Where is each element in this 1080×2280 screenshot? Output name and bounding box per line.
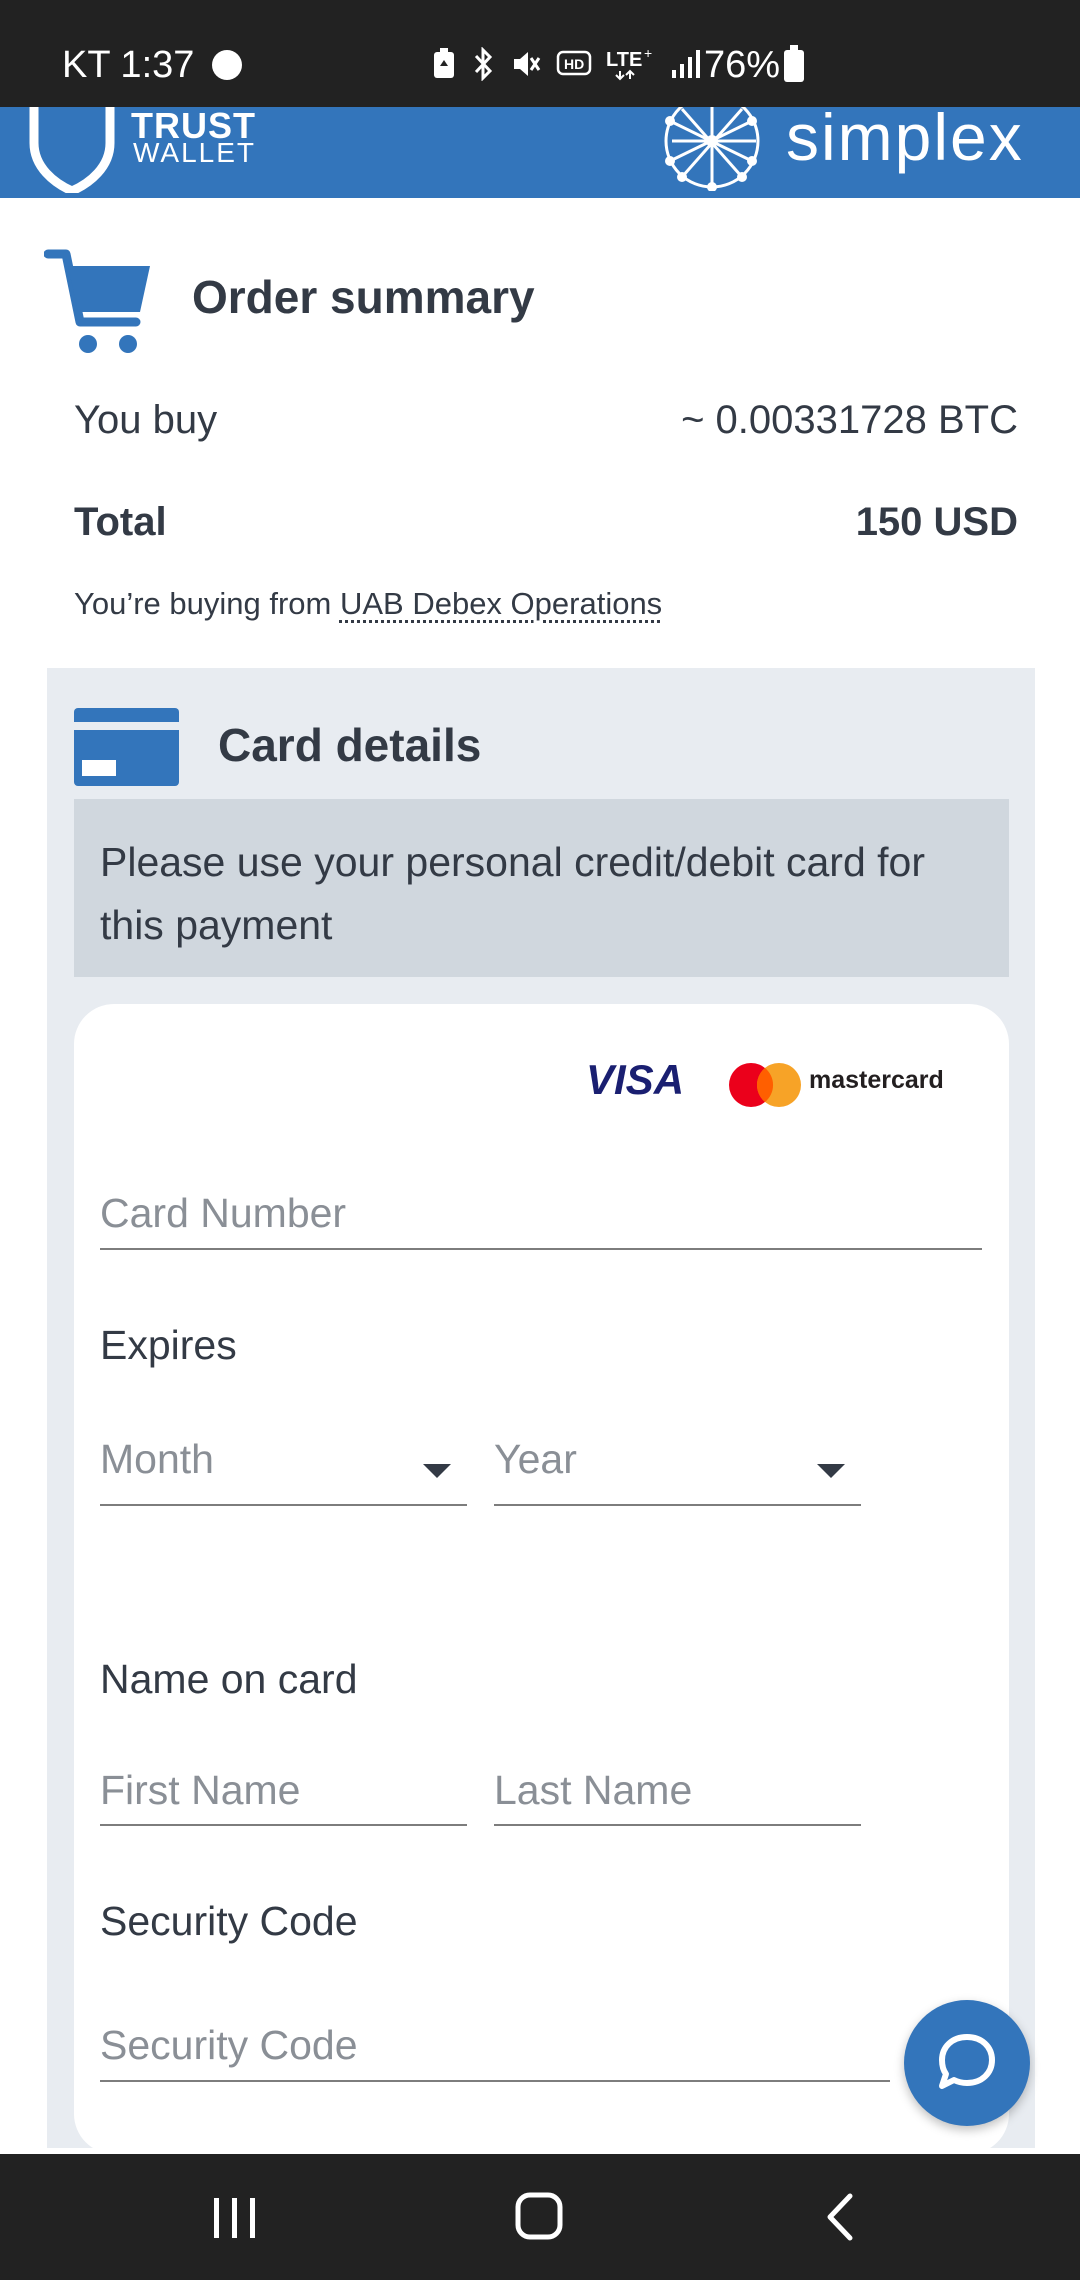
lte-icon: LTE + <box>606 46 652 81</box>
month-placeholder: Month <box>100 1436 214 1482</box>
expires-label: Expires <box>100 1322 237 1368</box>
trust-wallet-shield-icon <box>29 107 115 193</box>
month-select[interactable]: Month <box>100 1436 467 1506</box>
mute-icon <box>514 52 541 76</box>
header-bar: TRUST WALLET simplex <box>0 107 1080 198</box>
visa-logo: VISA <box>586 1058 684 1102</box>
visa-text: VISA <box>586 1058 684 1102</box>
last-name-input[interactable] <box>494 1756 861 1826</box>
notification-icon <box>212 50 242 80</box>
personal-card-notice: Please use your personal credit/debit ca… <box>74 799 1009 977</box>
chevron-down-icon <box>817 1464 845 1478</box>
credit-card-icon <box>74 708 179 786</box>
you-buy-label: You buy <box>74 398 218 442</box>
security-code-label: Security Code <box>100 1898 358 1944</box>
simplex-brand: simplex <box>786 107 1024 174</box>
battery-icon <box>784 45 804 82</box>
svg-text:LTE: LTE <box>606 49 642 71</box>
hd-icon: HD <box>556 50 592 76</box>
total-label: Total <box>74 500 167 544</box>
card-number-input[interactable] <box>100 1178 982 1250</box>
buying-from-text: You’re buying from UAB Debex Operations <box>74 586 662 622</box>
home-icon[interactable] <box>514 2190 564 2242</box>
mastercard-icon <box>729 1063 801 1107</box>
security-code-input[interactable] <box>100 2010 890 2082</box>
first-name-input[interactable] <box>100 1756 467 1826</box>
card-form <box>74 1004 1009 2154</box>
you-buy-value: ~ 0.00331728 BTC <box>681 398 1018 442</box>
chat-button[interactable] <box>904 2000 1030 2126</box>
trust-wallet-brand-bottom: WALLET <box>133 137 256 168</box>
chevron-down-icon <box>423 1464 451 1478</box>
card-details-title: Card details <box>218 719 482 771</box>
bluetooth-icon <box>474 47 493 81</box>
battery-saver-icon <box>434 48 454 78</box>
chat-bubble-icon <box>939 2034 995 2089</box>
mastercard-text: mastercard <box>809 1066 944 1094</box>
status-icons: HD LTE + <box>432 46 702 82</box>
status-bar: KT 1:37 HD LTE + 76% <box>0 0 1080 107</box>
year-placeholder: Year <box>494 1436 577 1482</box>
shopping-cart-icon <box>44 249 150 353</box>
year-select[interactable]: Year <box>494 1436 861 1506</box>
signal-icon <box>672 50 700 78</box>
simplex-network-logo-icon <box>664 107 760 191</box>
name-on-card-label: Name on card <box>100 1656 358 1702</box>
back-icon[interactable] <box>822 2192 858 2242</box>
merchant-link[interactable]: UAB Debex Operations <box>340 586 662 621</box>
battery-percent: 76% <box>704 44 781 86</box>
order-summary-title: Order summary <box>192 271 535 323</box>
recent-apps-icon[interactable] <box>212 2192 258 2242</box>
svg-text:+: + <box>644 46 652 61</box>
svg-text:HD: HD <box>564 56 584 72</box>
total-value: 150 USD <box>855 500 1018 544</box>
buying-from-prefix: You’re buying from <box>74 586 332 621</box>
status-time: KT 1:37 <box>62 44 195 86</box>
